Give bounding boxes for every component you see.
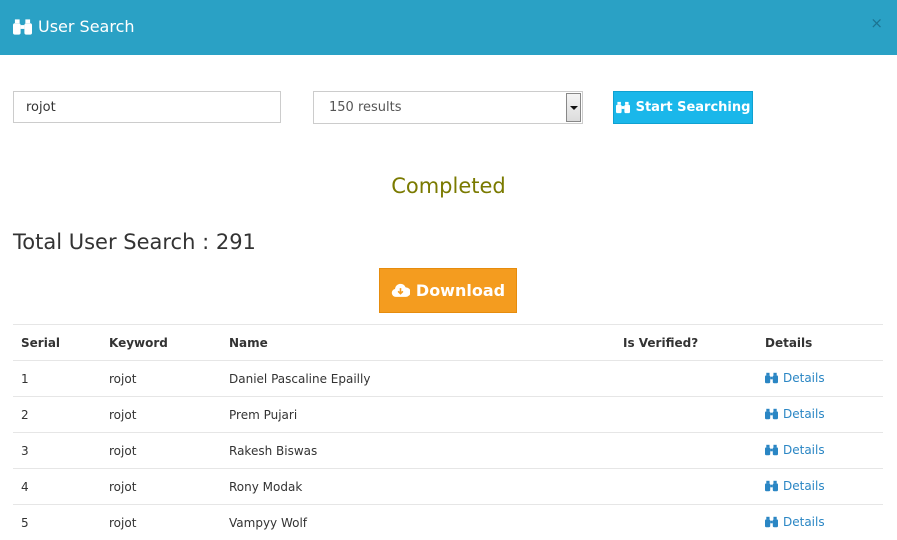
modal-header: User Search × (0, 0, 897, 55)
binoculars-icon (765, 444, 778, 456)
cell-details: Details (757, 361, 883, 397)
cell-details: Details (757, 397, 883, 433)
results-table: Serial Keyword Name Is Verified? Details… (13, 324, 883, 540)
cell-name: Rakesh Biswas (221, 433, 615, 469)
table-row: 2 rojot Prem Pujari Details (13, 397, 883, 433)
table-row: 3 rojot Rakesh Biswas Details (13, 433, 883, 469)
details-link[interactable]: Details (765, 407, 825, 421)
cell-name: Rony Modak (221, 469, 615, 505)
cell-serial: 5 (13, 505, 101, 540)
column-header-serial: Serial (13, 325, 101, 361)
details-label: Details (783, 515, 825, 529)
cell-keyword: rojot (101, 397, 221, 433)
chevron-down-icon[interactable] (566, 93, 581, 122)
binoculars-icon (765, 480, 778, 492)
results-select-value: 150 results (329, 100, 402, 115)
table-row: 1 rojot Daniel Pascaline Epailly Details (13, 361, 883, 397)
column-header-name: Name (221, 325, 615, 361)
table-row: 5 rojot Vampyy Wolf Details (13, 505, 883, 540)
start-searching-label: Start Searching (636, 100, 751, 115)
search-input[interactable] (13, 91, 281, 123)
cell-keyword: rojot (101, 361, 221, 397)
details-link[interactable]: Details (765, 443, 825, 457)
cell-keyword: rojot (101, 433, 221, 469)
results-select[interactable]: 150 results (313, 91, 583, 124)
cell-serial: 1 (13, 361, 101, 397)
binoculars-icon (765, 372, 778, 384)
status-text: Completed (0, 174, 897, 198)
cell-keyword: rojot (101, 505, 221, 540)
cell-name: Vampyy Wolf (221, 505, 615, 540)
details-link[interactable]: Details (765, 371, 825, 385)
details-link[interactable]: Details (765, 479, 825, 493)
table-row: 4 rojot Rony Modak Details (13, 469, 883, 505)
column-header-keyword: Keyword (101, 325, 221, 361)
close-icon[interactable]: × (870, 14, 883, 32)
cell-verified (615, 469, 757, 505)
cell-details: Details (757, 433, 883, 469)
download-button[interactable]: Download (379, 268, 517, 313)
cell-serial: 2 (13, 397, 101, 433)
cloud-download-icon (391, 283, 410, 298)
start-searching-button[interactable]: Start Searching (613, 91, 753, 124)
cell-serial: 3 (13, 433, 101, 469)
cell-details: Details (757, 469, 883, 505)
details-label: Details (783, 407, 825, 421)
column-header-verified: Is Verified? (615, 325, 757, 361)
details-label: Details (783, 443, 825, 457)
cell-serial: 4 (13, 469, 101, 505)
cell-verified (615, 397, 757, 433)
details-link[interactable]: Details (765, 515, 825, 529)
details-label: Details (783, 479, 825, 493)
binoculars-icon (765, 408, 778, 420)
cell-name: Daniel Pascaline Epailly (221, 361, 615, 397)
table-header-row: Serial Keyword Name Is Verified? Details (13, 325, 883, 361)
binoculars-icon (616, 101, 630, 114)
modal-title: User Search (38, 17, 135, 36)
column-header-details: Details (757, 325, 883, 361)
cell-name: Prem Pujari (221, 397, 615, 433)
details-label: Details (783, 371, 825, 385)
binoculars-icon (765, 516, 778, 528)
download-label: Download (416, 281, 505, 300)
cell-keyword: rojot (101, 469, 221, 505)
total-user-search: Total User Search : 291 (13, 230, 256, 254)
cell-verified (615, 433, 757, 469)
cell-verified (615, 361, 757, 397)
binoculars-icon (13, 18, 32, 36)
cell-verified (615, 505, 757, 540)
cell-details: Details (757, 505, 883, 540)
